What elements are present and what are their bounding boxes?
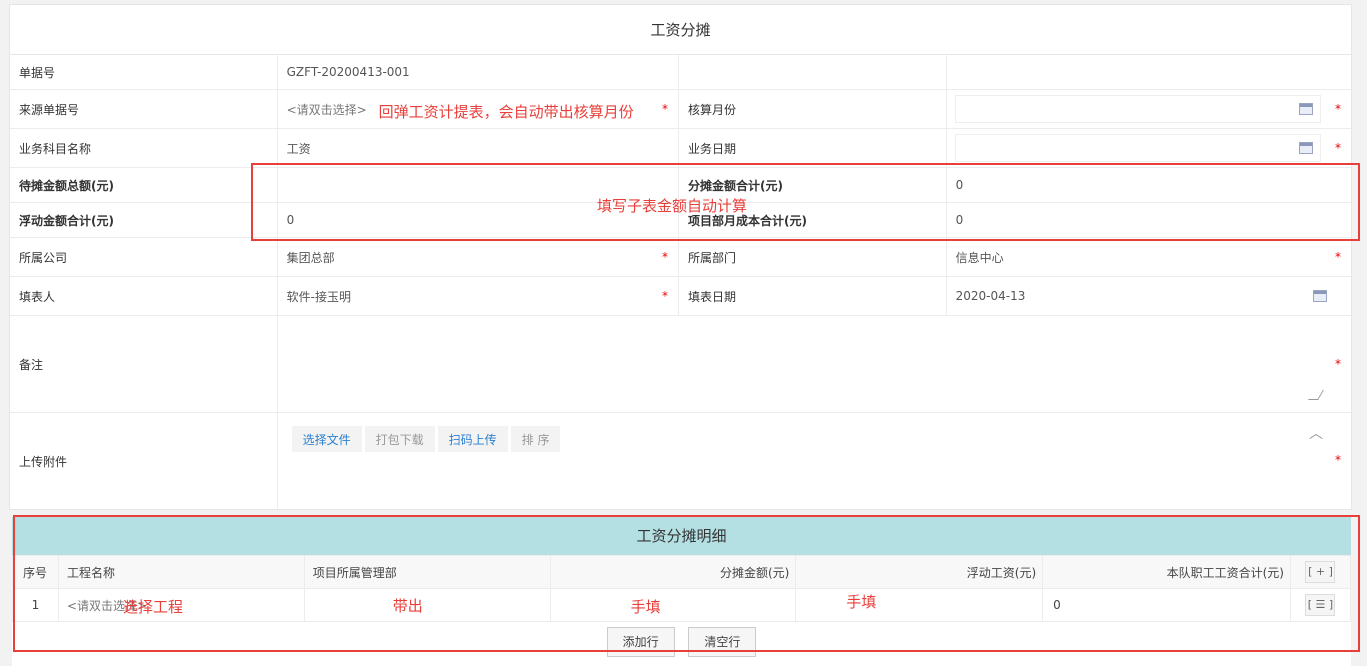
source-annotation: 回弹工资计提表，会自动带出核算月份: [378, 103, 634, 121]
row-bill-no: 单据号 GZFT-20200413-001: [10, 55, 1351, 90]
salary-allocation-form: 工资分摊 单据号 GZFT-20200413-001 来源单据号 <请双击选择>…: [9, 4, 1352, 510]
company-field[interactable]: 集团总部 *: [278, 238, 680, 276]
float-cell[interactable]: 手填: [795, 588, 1044, 622]
account-month-label: 核算月份: [679, 90, 947, 128]
bill-no-label: 单据号: [10, 55, 278, 89]
amount-cell[interactable]: 手填: [549, 588, 797, 622]
calendar-icon[interactable]: [1313, 290, 1328, 302]
dept-label: 所属部门: [679, 238, 947, 276]
bill-no-field: GZFT-20200413-001: [278, 55, 680, 89]
biz-date-label: 业务日期: [679, 129, 947, 167]
amount-cell-annotation: 手填: [630, 598, 661, 616]
resize-handle-icon[interactable]: [1308, 390, 1324, 400]
subject-label: 业务科目名称: [10, 129, 278, 167]
col-project: 工程名称: [57, 555, 305, 589]
float-cell-annotation: 手填: [846, 593, 877, 611]
empty-field: [947, 55, 1351, 89]
required-mark: *: [662, 289, 669, 303]
required-mark: *: [662, 102, 669, 116]
source-field[interactable]: <请双击选择> 回弹工资计提表，会自动带出核算月份 *: [278, 90, 680, 128]
col-amount: 分摊金额(元): [549, 555, 797, 589]
form-title: 工资分摊: [10, 5, 1351, 55]
detail-title: 工资分摊明细: [12, 517, 1351, 555]
dept-field[interactable]: 信息中心 *: [947, 238, 1351, 276]
required-mark: *: [1335, 141, 1342, 155]
project-annotation: 选择工程: [122, 598, 183, 616]
required-mark: *: [662, 250, 669, 264]
amount-annotation: 填写子表金额自动计算: [597, 197, 748, 215]
detail-footer: 添加行 清空行: [12, 622, 1351, 666]
row-menu-icon[interactable]: [ ☰ ]: [1305, 594, 1336, 616]
detail-table: 序号 工程名称 项目所属管理部 分摊金额(元) 浮动工资(元) 本队职工工资合计…: [12, 555, 1352, 622]
select-file-button[interactable]: 选择文件: [291, 426, 362, 452]
row-attachments: 上传附件 选择文件 打包下载 扫码上传 排 序 ︿ *: [10, 413, 1351, 509]
total-cell: 0: [1042, 588, 1291, 622]
clear-row-button[interactable]: 清空行: [688, 627, 757, 657]
row-company: 所属公司 集团总部 * 所属部门 信息中心 *: [10, 238, 1351, 277]
row-index: 1: [12, 588, 59, 622]
attach-field: 选择文件 打包下载 扫码上传 排 序 ︿ *: [278, 413, 1351, 509]
project-cost-field: 0: [955, 213, 964, 227]
dept-cell: 带出: [303, 588, 551, 622]
calendar-icon[interactable]: [1299, 142, 1314, 154]
scan-upload-button[interactable]: 扫码上传: [437, 426, 508, 452]
biz-date-field[interactable]: *: [947, 129, 1351, 167]
fill-date-field[interactable]: 2020-04-13: [947, 277, 1351, 315]
row-filler: 填表人 软件-接玉明 * 填表日期 2020-04-13: [10, 277, 1351, 316]
col-dept: 项目所属管理部: [303, 555, 551, 589]
biz-date-input[interactable]: [954, 134, 1322, 162]
col-index: 序号: [12, 555, 59, 589]
dept-annotation: 带出: [392, 597, 423, 615]
required-mark: *: [1335, 250, 1342, 264]
required-mark: *: [1335, 453, 1341, 467]
col-float: 浮动工资(元): [795, 555, 1044, 589]
table-row: 1 <请双击选择> 选择工程 带出 手填 手填 0 [ ☰ ]: [12, 588, 1352, 622]
account-month-input[interactable]: [954, 95, 1322, 123]
remark-textarea[interactable]: *: [278, 316, 1351, 412]
required-mark: *: [1335, 102, 1342, 116]
empty-label: [679, 55, 947, 89]
project-cell[interactable]: <请双击选择> 选择工程: [57, 588, 305, 622]
fill-date-label: 填表日期: [679, 277, 947, 315]
pending-total-label: 待摊金额总额(元): [10, 168, 278, 202]
filler-field[interactable]: 软件-接玉明 *: [278, 277, 680, 315]
allocated-total-field: 0: [955, 178, 964, 192]
float-total-label: 浮动金额合计(元): [10, 203, 278, 237]
pack-download-button[interactable]: 打包下载: [364, 426, 435, 452]
detail-section: 工资分摊明细 序号 工程名称 项目所属管理部 分摊金额(元) 浮动工资(元) 本…: [12, 517, 1352, 666]
col-actions: [ + ]: [1289, 555, 1352, 589]
row-subject: 业务科目名称 工资 业务日期 *: [10, 129, 1351, 168]
company-label: 所属公司: [10, 238, 278, 276]
account-month-field[interactable]: *: [947, 90, 1351, 128]
row-actions: [ ☰ ]: [1289, 588, 1352, 622]
attach-label: 上传附件: [10, 413, 278, 509]
add-row-button[interactable]: 添加行: [606, 627, 675, 657]
detail-header-row: 序号 工程名称 项目所属管理部 分摊金额(元) 浮动工资(元) 本队职工工资合计…: [12, 555, 1352, 589]
row-remark: 备注 *: [10, 316, 1351, 413]
filler-label: 填表人: [10, 277, 278, 315]
add-row-icon[interactable]: [ + ]: [1305, 561, 1336, 583]
row-source: 来源单据号 <请双击选择> 回弹工资计提表，会自动带出核算月份 * 核算月份 *: [10, 90, 1351, 129]
collapse-chevron-icon[interactable]: ︿: [1309, 423, 1323, 443]
required-mark: *: [1335, 357, 1341, 371]
sort-button[interactable]: 排 序: [510, 426, 561, 452]
col-total: 本队职工工资合计(元): [1042, 555, 1291, 589]
source-label: 来源单据号: [10, 90, 278, 128]
source-placeholder[interactable]: <请双击选择>: [287, 101, 367, 118]
remark-label: 备注: [10, 316, 278, 412]
subject-field: 工资: [278, 129, 680, 167]
calendar-icon[interactable]: [1299, 103, 1314, 115]
